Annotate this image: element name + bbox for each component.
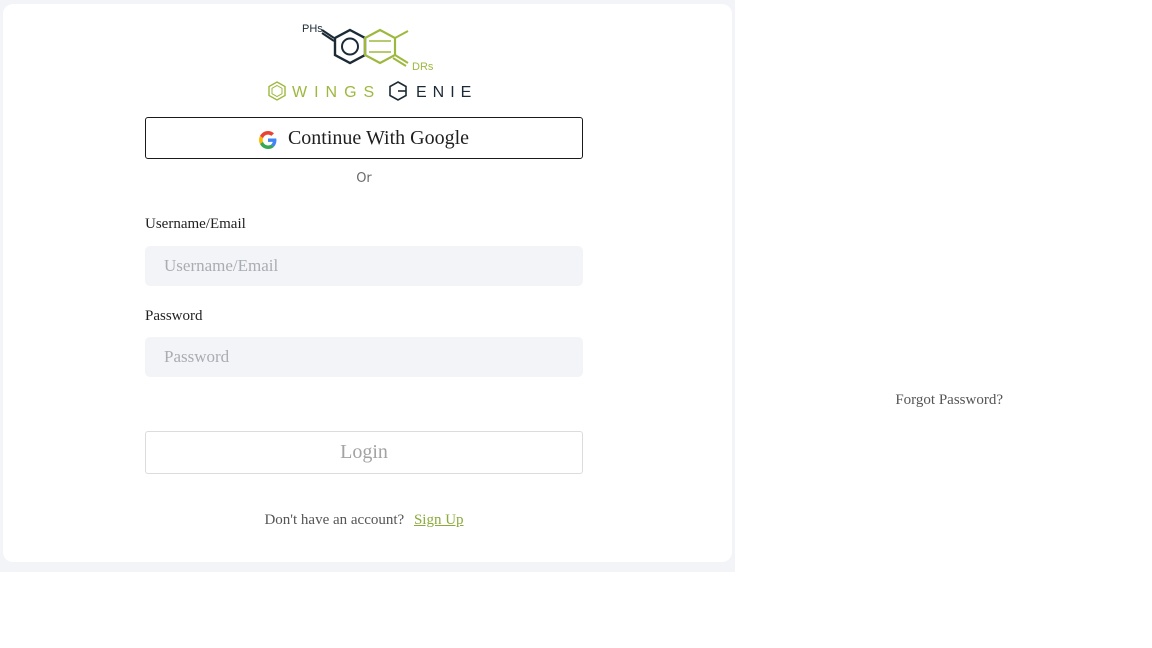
logo-word-wings: WINGS [292,84,381,101]
google-g-icon [258,130,277,149]
or-divider: Or [356,171,372,186]
molecule-label-top: PHs [302,23,323,35]
signup-question: Don't have an account? [264,512,405,528]
signup-row: Don't have an account? Sign Up [145,512,583,529]
wingsgenie-logo-graphic: PHs DRs WINGS ENIE [268,23,472,101]
password-label: Password [145,308,203,324]
sign-up-link[interactable]: Sign Up [414,512,464,528]
login-button[interactable]: Login [145,431,583,474]
username-label: Username/Email [145,216,246,232]
continue-with-google-button[interactable]: Continue With Google [145,117,583,159]
logo-word-enie: ENIE [416,84,472,101]
continue-with-google-label: Continue With Google [287,126,470,149]
password-input[interactable] [145,337,583,377]
molecule-label-bottom: DRs [412,61,434,73]
username-email-input[interactable] [145,246,583,286]
wingsgenie-logo: PHs DRs WINGS ENIE [262,16,472,106]
forgot-password-link[interactable]: Forgot Password? [895,392,1003,409]
